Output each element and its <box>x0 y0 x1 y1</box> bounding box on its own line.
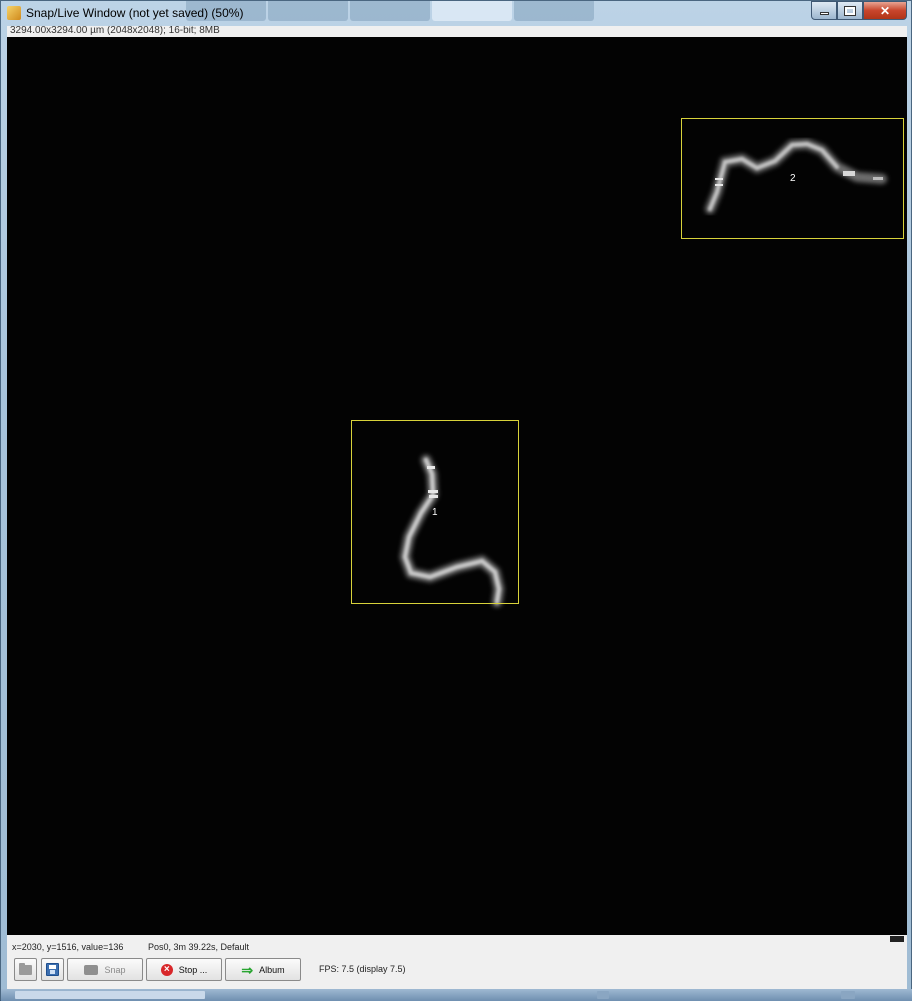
snap-button-label: Snap <box>104 964 126 975</box>
stop-button-label: Stop ... <box>178 964 208 975</box>
scroll-indicator <box>890 936 904 942</box>
window-title: Snap/Live Window (not yet saved) (50%) <box>26 6 244 20</box>
taskbar-strip <box>1 989 912 1001</box>
roi-box-1[interactable]: 1 <box>351 420 519 604</box>
close-button[interactable]: ✕ <box>863 1 907 20</box>
roi-label-2: 2 <box>790 173 796 184</box>
fps-readout: FPS: 7.5 (display 7.5) <box>319 964 406 974</box>
open-button[interactable] <box>14 958 37 981</box>
close-icon: ✕ <box>879 3 891 18</box>
album-button[interactable]: ⇒ Album <box>225 958 301 981</box>
album-button-label: Album <box>259 964 285 975</box>
pixel-readout: x=2030, y=1516, value=136 <box>12 942 124 952</box>
app-icon <box>7 6 21 20</box>
background-tab <box>432 1 512 21</box>
arrow-right-icon: ⇒ <box>241 961 254 978</box>
minimize-icon <box>819 12 829 15</box>
background-tab <box>268 1 348 21</box>
image-canvas[interactable]: 1 2 <box>7 37 907 935</box>
camera-icon <box>84 964 99 975</box>
position-time-readout: Pos0, 3m 39.22s, Default <box>148 942 250 952</box>
background-tabs <box>186 1 594 21</box>
stop-button[interactable]: × Stop ... <box>146 958 222 981</box>
window-controls: ✕ <box>811 1 907 20</box>
save-button[interactable] <box>41 958 64 981</box>
snap-live-window: Snap/Live Window (not yet saved) (50%) ✕… <box>0 0 912 1001</box>
status-bar: x=2030, y=1516, value=136 Pos0, 3m 39.22… <box>7 935 907 989</box>
taskbar-item <box>597 991 609 999</box>
maximize-button[interactable] <box>837 1 863 20</box>
image-info-bar: 3294.00x3294.00 µm (2048x2048); 16-bit; … <box>7 26 907 37</box>
background-tab <box>350 1 430 21</box>
title-bar[interactable]: Snap/Live Window (not yet saved) (50%) ✕ <box>1 1 911 25</box>
maximize-icon <box>844 5 856 16</box>
background-tab <box>514 1 594 21</box>
stop-icon: × <box>160 963 173 976</box>
image-info-text: 3294.00x3294.00 µm (2048x2048); 16-bit; … <box>10 26 220 36</box>
save-icon <box>46 963 59 976</box>
snap-button[interactable]: Snap <box>67 958 143 981</box>
taskbar-item <box>841 991 855 999</box>
minimize-button[interactable] <box>811 1 837 20</box>
folder-icon <box>19 962 32 975</box>
taskbar-item <box>15 991 205 999</box>
roi-label-1: 1 <box>432 507 438 518</box>
roi-box-2[interactable]: 2 <box>681 118 904 239</box>
